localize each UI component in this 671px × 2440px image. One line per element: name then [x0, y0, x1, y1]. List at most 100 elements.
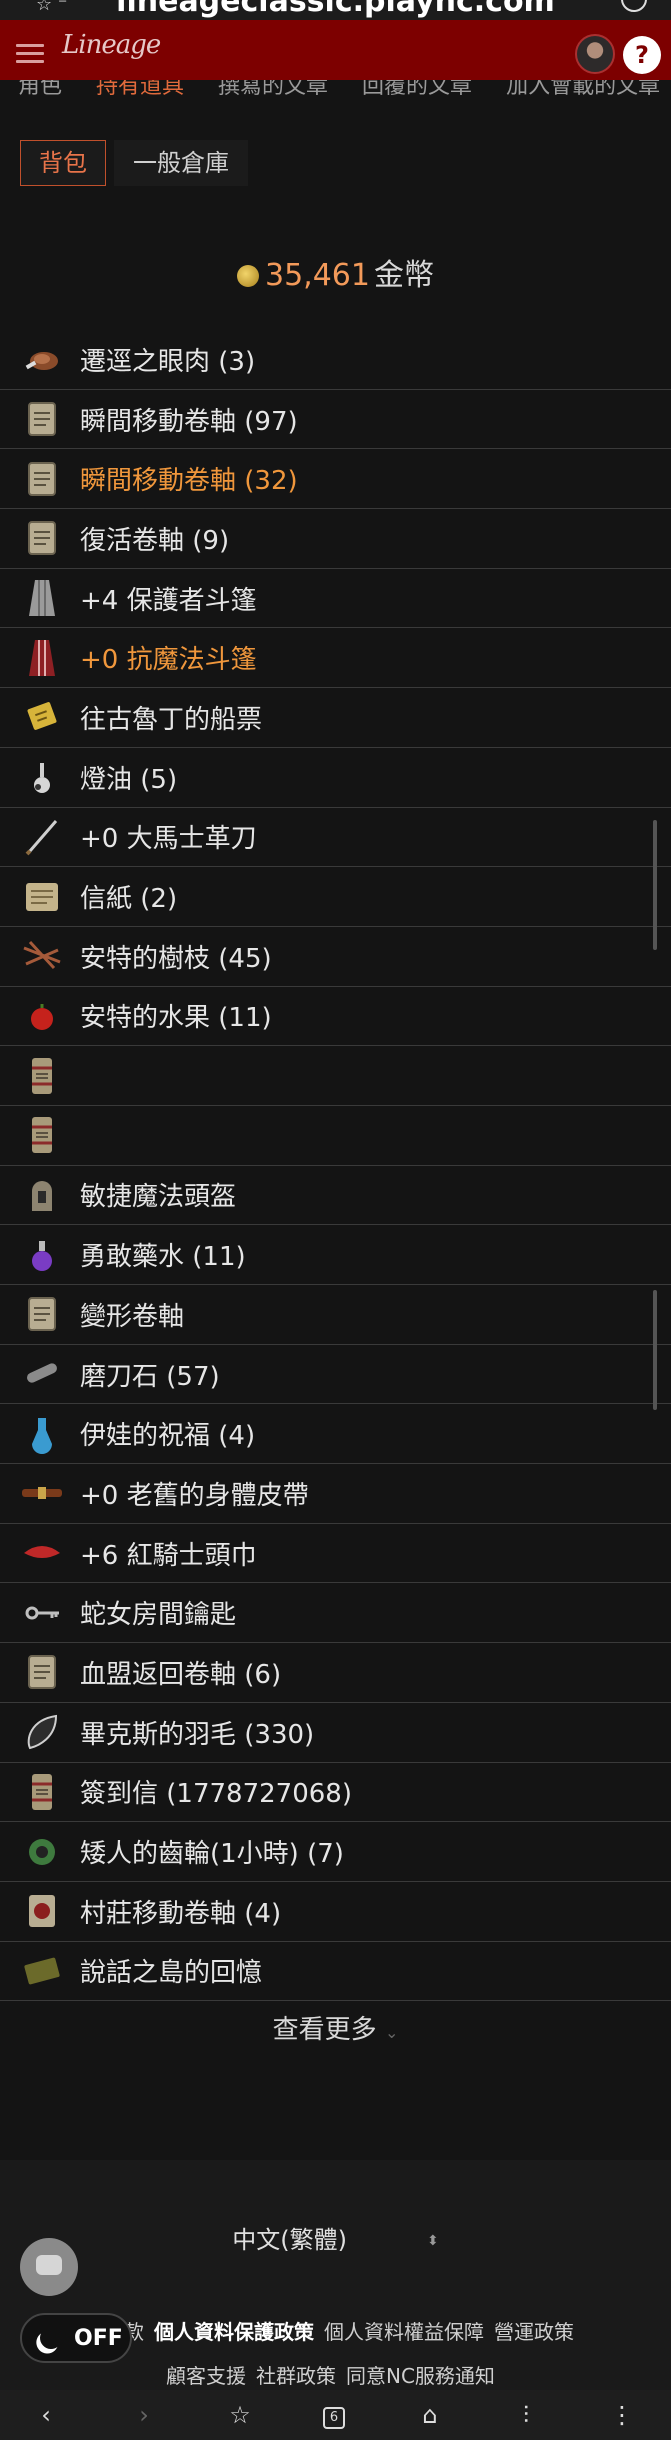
bundle-icon: [20, 1113, 64, 1157]
subnav-item[interactable]: 持有道具: [96, 80, 184, 99]
inventory-item[interactable]: 磨刀石 (57): [0, 1345, 671, 1405]
inventory-item[interactable]: 燈油 (5): [0, 748, 671, 808]
inventory-item[interactable]: +6 紅騎士頭巾: [0, 1524, 671, 1584]
subnav-item[interactable]: 撰寫的文章: [218, 80, 328, 99]
scroll-icon: [20, 457, 64, 501]
list-scrollbar-2[interactable]: [653, 1290, 657, 1410]
inventory-item-name: 蛇女房間鑰匙: [80, 1600, 237, 1631]
inventory-item[interactable]: 伊娃的祝福 (4): [0, 1404, 671, 1465]
inventory-item[interactable]: 信紙 (2): [0, 867, 671, 927]
footer-links-row2: 顧客支援 社群政策 同意NC服務通知: [166, 2360, 505, 2389]
subnav-item[interactable]: 回覆的文章: [362, 80, 472, 99]
inventory-item[interactable]: 瞬間移動卷軸 (32): [0, 449, 671, 510]
book-icon: [20, 1949, 64, 1993]
inventory-item[interactable]: 血盟返回卷軸 (6): [0, 1643, 671, 1703]
coin-icon: [237, 265, 259, 287]
chat-button[interactable]: [20, 2238, 78, 2296]
inventory-item[interactable]: 蛇女房間鑰匙: [0, 1583, 671, 1644]
inventory-item-name: 瞬間移動卷軸 (32): [80, 466, 298, 497]
scroll-icon: [20, 397, 64, 441]
inventory-item-name: +0 老舊的身體皮帶: [80, 1480, 309, 1511]
apple-icon: [20, 994, 64, 1038]
user-avatar[interactable]: [575, 34, 615, 74]
chat-bubble-icon: [36, 2255, 62, 2275]
inventory-item[interactable]: [0, 1106, 671, 1166]
see-more-button[interactable]: 查看更多 ⌄: [0, 2000, 671, 2060]
site-logo[interactable]: Lineage: [62, 30, 161, 60]
inventory-item-name: +0 抗魔法斗篷: [80, 645, 257, 676]
menu-icon[interactable]: [16, 44, 44, 64]
branch-icon: [20, 934, 64, 978]
inventory-item[interactable]: 變形卷軸: [0, 1285, 671, 1345]
footer-link[interactable]: 個人資料權益保障: [324, 2320, 484, 2344]
inventory-item-name: 信紙 (2): [80, 884, 178, 915]
inventory-item-name: +6 紅騎士頭巾: [80, 1540, 257, 1571]
tabs-button[interactable]: 6: [316, 2398, 352, 2432]
paper-icon: [20, 875, 64, 919]
inventory-item-name: 敏捷魔法頭盔: [80, 1182, 237, 1213]
voice-icon[interactable]: ⫶: [508, 2398, 544, 2432]
footer-link[interactable]: 營運政策: [494, 2320, 574, 2344]
inventory-item[interactable]: 矮人的齒輪(1小時) (7): [0, 1822, 671, 1882]
browser-url-bar[interactable]: ☆ ⁻ lineageclassic.plaync.com: [0, 0, 671, 20]
scroll-icon: [20, 1650, 64, 1694]
home-icon[interactable]: ⌂: [412, 2398, 448, 2432]
dark-mode-toggle[interactable]: OFF: [20, 2313, 132, 2363]
footer-link[interactable]: 同意NC服務通知: [346, 2364, 495, 2388]
chevron-down-icon: ⌄: [384, 2023, 399, 2042]
more-menu-icon[interactable]: ⋮: [604, 2398, 640, 2432]
inventory-item[interactable]: 復活卷軸 (9): [0, 509, 671, 569]
browser-url-text[interactable]: lineageclassic.plaync.com: [0, 0, 671, 19]
whetstone-icon: [20, 1352, 64, 1396]
inventory-item[interactable]: +0 抗魔法斗篷: [0, 628, 671, 689]
footer-link[interactable]: 個人資料保護政策: [154, 2320, 314, 2344]
inventory-item[interactable]: 簽到信 (1778727068): [0, 1763, 671, 1823]
inventory-item[interactable]: 瞬間移動卷軸 (97): [0, 390, 671, 450]
language-select[interactable]: 中文(繁體) ⬍: [0, 2220, 671, 2255]
inventory-item[interactable]: 勇敢藥水 (11): [0, 1225, 671, 1285]
inventory-item[interactable]: 遷逕之眼肉 (3): [0, 330, 671, 390]
inventory-item-name: +0 大馬士革刀: [80, 824, 257, 855]
inventory-item[interactable]: 安特的水果 (11): [0, 987, 671, 1047]
oil-icon: [20, 755, 64, 799]
inventory-item[interactable]: 安特的樹枝 (45): [0, 927, 671, 987]
inventory-item-name: 簽到信 (1778727068): [80, 1779, 352, 1810]
back-icon[interactable]: ‹: [28, 2398, 64, 2432]
bundle-icon: [20, 1054, 64, 1098]
tab-backpack[interactable]: 背包: [20, 140, 106, 186]
subnav-item[interactable]: 角色: [18, 80, 62, 99]
select-arrow-icon: ⬍: [427, 2233, 439, 2249]
bandana-icon: [20, 1531, 64, 1575]
inventory-item[interactable]: 敏捷魔法頭盔: [0, 1166, 671, 1226]
tab-general-warehouse[interactable]: 一般倉庫: [114, 140, 248, 186]
footer-link[interactable]: 社群政策: [256, 2364, 336, 2388]
potion-purple-icon: [20, 1233, 64, 1277]
forward-icon[interactable]: ›: [126, 2398, 162, 2432]
list-scrollbar-1[interactable]: [653, 820, 657, 950]
belt-icon: [20, 1471, 64, 1515]
inventory-item-name: 安特的水果 (11): [80, 1003, 272, 1034]
inventory-item[interactable]: +4 保護者斗篷: [0, 569, 671, 629]
inventory-item-name: 磨刀石 (57): [80, 1361, 220, 1392]
inventory-item-name: 復活卷軸 (9): [80, 525, 230, 556]
inventory-item-name: 安特的樹枝 (45): [80, 943, 272, 974]
bookmark-star-icon[interactable]: ☆: [222, 2398, 258, 2432]
inventory-item-name: 變形卷軸: [80, 1301, 185, 1332]
inventory-item[interactable]: [0, 1046, 671, 1106]
inventory-item[interactable]: +0 大馬士革刀: [0, 808, 671, 868]
subnav-item[interactable]: 加入會載的文章: [506, 80, 660, 99]
language-label: 中文(繁體): [232, 2226, 347, 2254]
inventory-item[interactable]: 村莊移動卷軸 (4): [0, 1882, 671, 1942]
footer-link[interactable]: 顧客支援: [166, 2364, 246, 2388]
sword-icon: [20, 815, 64, 859]
inventory-item[interactable]: 說話之島的回憶: [0, 1942, 671, 2002]
inventory-item[interactable]: 畢克斯的羽毛 (330): [0, 1703, 671, 1763]
see-more-label: 查看更多: [272, 2015, 377, 2045]
help-button[interactable]: ?: [623, 36, 661, 74]
meat-icon: [20, 337, 64, 381]
inventory-item[interactable]: 往古魯丁的船票: [0, 688, 671, 748]
inventory-item[interactable]: +0 老舊的身體皮帶: [0, 1464, 671, 1524]
moon-icon: [37, 2324, 65, 2352]
inventory-item-name: 瞬間移動卷軸 (97): [80, 406, 298, 437]
inventory-item-name: 伊娃的祝福 (4): [80, 1421, 256, 1452]
